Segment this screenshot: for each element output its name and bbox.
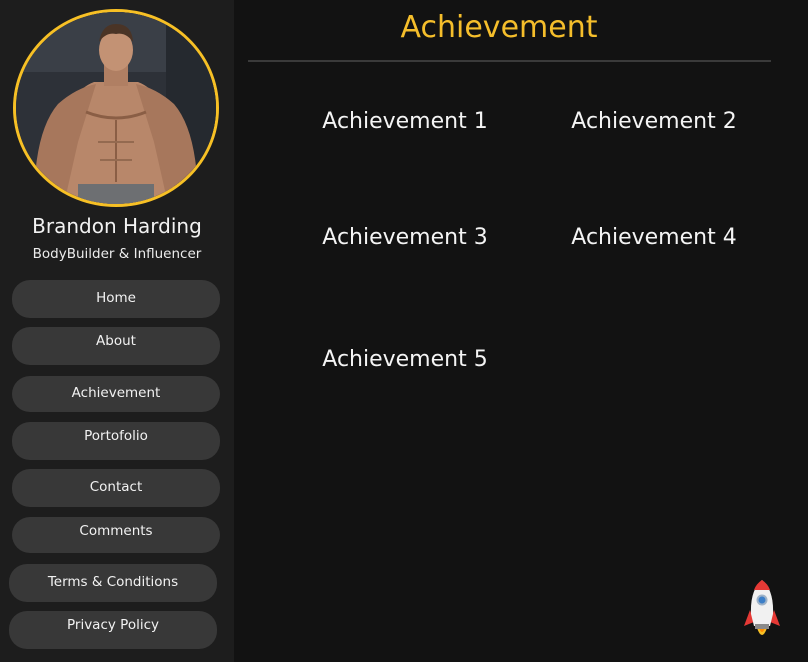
nav-button-about[interactable]: About — [12, 327, 220, 365]
nav-button-achievement[interactable]: Achievement — [12, 376, 220, 412]
nav-button-portofolio[interactable]: Portofolio — [12, 422, 220, 460]
nav-button-terms-conditions[interactable]: Terms & Conditions — [9, 564, 217, 602]
avatar — [13, 9, 219, 207]
app: Brandon Harding BodyBuilder & Influencer… — [0, 0, 808, 662]
nav-button-comments[interactable]: Comments — [12, 517, 220, 553]
achievement-item-3[interactable]: Achievement 3 — [305, 224, 505, 252]
achievement-item-2[interactable]: Achievement 2 — [554, 108, 754, 136]
rocket-icon[interactable] — [740, 576, 784, 642]
avatar-image — [16, 12, 216, 204]
profile-role: BodyBuilder & Influencer — [32, 246, 202, 262]
profile-name: Brandon Harding — [32, 214, 202, 238]
nav-button-contact[interactable]: Contact — [12, 469, 220, 507]
title-divider — [248, 60, 771, 62]
nav-button-home[interactable]: Home — [12, 280, 220, 318]
nav-button-privacy-policy[interactable]: Privacy Policy — [9, 611, 217, 649]
sidebar: Brandon Harding BodyBuilder & Influencer… — [0, 0, 234, 662]
page-title: Achievement — [400, 10, 598, 45]
achievement-item-5[interactable]: Achievement 5 — [305, 346, 505, 374]
achievement-item-4[interactable]: Achievement 4 — [554, 224, 754, 252]
achievement-item-1[interactable]: Achievement 1 — [305, 108, 505, 136]
